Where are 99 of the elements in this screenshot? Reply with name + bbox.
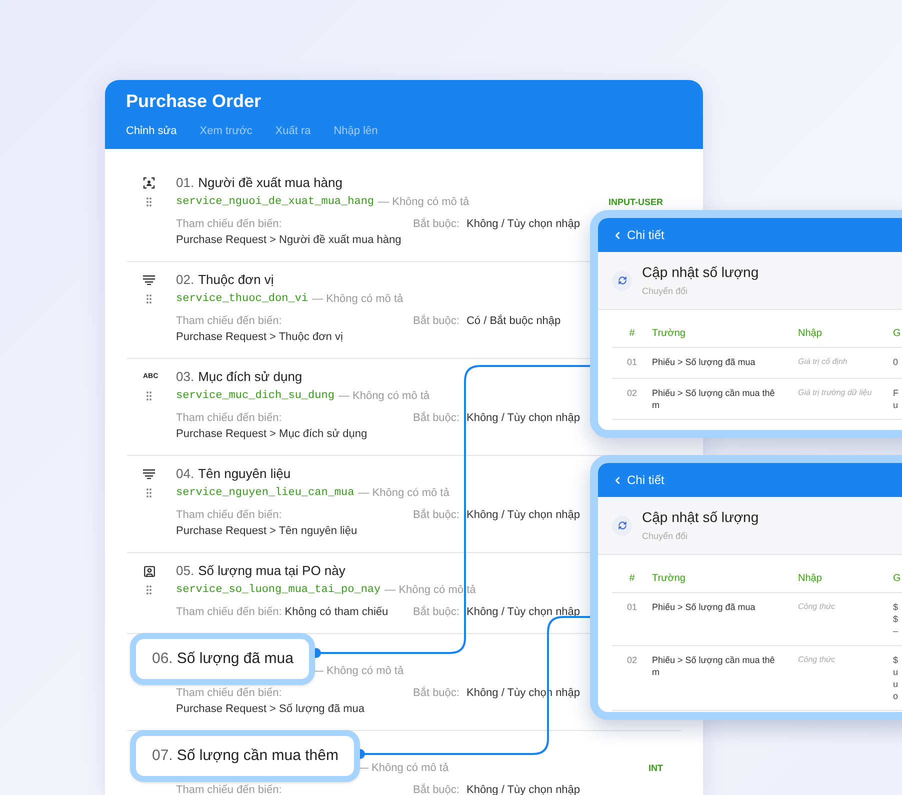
table-cell-text: Phiếu > Số lượng cần mua thêm bbox=[652, 386, 776, 410]
table-cell-text: Giá trị trường dữ liệu bbox=[798, 386, 873, 398]
required-label: Bắt buộc: bbox=[413, 216, 460, 232]
table-cell-text: Phiếu > Số lượng đã mua bbox=[652, 601, 756, 613]
field-code: service_so_luong_mua_tai_po_nay bbox=[176, 582, 381, 598]
field-number: 06. bbox=[152, 648, 173, 669]
table-cell-text: 02 bbox=[626, 386, 637, 400]
field-code: service_muc_dich_su_dung bbox=[176, 388, 334, 404]
column-header: Trường bbox=[652, 572, 686, 586]
field-code: service_nguoi_de_xuat_mua_hang bbox=[176, 194, 374, 210]
column-header: # bbox=[629, 572, 635, 586]
reference-value: Purchase Request > Thuộc đơn vị bbox=[176, 330, 343, 345]
required-label: Bắt buộc: bbox=[413, 686, 460, 701]
reference-value: Purchase Request > Tên nguyên liệu bbox=[176, 524, 358, 539]
lines-icon bbox=[143, 469, 155, 479]
field-number: 05. bbox=[176, 562, 194, 580]
required-label: Bắt buộc: bbox=[413, 782, 460, 795]
reference-value: Purchase Request > Số lượng đã mua bbox=[176, 702, 365, 717]
required-label: Bắt buộc: bbox=[413, 314, 460, 329]
required-value: Có / Bắt buộc nhập bbox=[466, 314, 561, 329]
field-number: 03. bbox=[176, 368, 194, 386]
reference-label: Tham chiếu đến biến: bbox=[176, 508, 282, 523]
column-header: # bbox=[629, 327, 635, 341]
lines-icon bbox=[143, 275, 155, 285]
field-description: — Không có mô tả bbox=[338, 388, 430, 404]
table-cell-text: $ bbox=[893, 601, 900, 613]
table-cell-text: u bbox=[893, 398, 900, 410]
reference-label: Tham chiếu đến biến: bbox=[176, 686, 282, 701]
field-title: Số lượng mua tại PO này bbox=[198, 562, 346, 580]
required-label: Bắt buộc: bbox=[413, 508, 460, 523]
table-cell-text: Phiếu > Số lượng cần mua thêm bbox=[652, 654, 776, 678]
back-button[interactable]: Chi tiết bbox=[612, 471, 664, 489]
card-title: Purchase Order bbox=[126, 90, 262, 113]
field-number: 02. bbox=[176, 271, 194, 290]
required-label: Bắt buộc: bbox=[413, 410, 460, 426]
sync-icon bbox=[612, 516, 632, 536]
required-value: Không / Tùy chọn nhập bbox=[466, 410, 580, 426]
panel-title: Cập nhật số lượng bbox=[642, 508, 759, 528]
tab[interactable]: Xem trước bbox=[200, 123, 252, 140]
column-header: Trường bbox=[652, 327, 686, 341]
type-tag: INT bbox=[648, 762, 663, 776]
tab[interactable]: Chỉnh sửa bbox=[126, 123, 177, 140]
back-button[interactable]: Chi tiết bbox=[612, 226, 664, 244]
user-scan-icon bbox=[143, 177, 155, 189]
required-value: Không / Tùy chọn nhập bbox=[466, 508, 580, 523]
table-cell-text: 02 bbox=[626, 654, 637, 667]
reference-value: Purchase Request > Người đề xuất mua hàng bbox=[176, 233, 402, 248]
table-cell-text: u bbox=[893, 666, 900, 678]
required-value: Không / Tùy chọn nhập bbox=[466, 216, 580, 232]
table-cell-text: 01 bbox=[626, 356, 637, 369]
field-number: 07. bbox=[152, 746, 173, 766]
field-description: — Không có mô tả bbox=[358, 486, 450, 501]
field-code: service_thuoc_don_vi bbox=[176, 292, 308, 307]
required-value: Không / Tùy chọn nhập bbox=[466, 604, 580, 620]
column-header: G bbox=[893, 572, 902, 586]
table-cell-text: u bbox=[893, 678, 900, 690]
reference-label: Tham chiếu đến biến: bbox=[176, 217, 282, 232]
tab[interactable]: Nhập lên bbox=[334, 123, 378, 140]
tab[interactable]: Xuất ra bbox=[275, 123, 311, 140]
sync-icon bbox=[612, 270, 632, 290]
field-title: Tên nguyên liệu bbox=[198, 465, 291, 484]
column-header: Nhập bbox=[798, 327, 823, 341]
column-header: G bbox=[893, 327, 902, 341]
type-tag: INPUT-USER bbox=[608, 196, 663, 210]
panel-title: Cập nhật số lượng bbox=[642, 263, 759, 282]
field-title: Số lượng cần mua thêm bbox=[176, 746, 338, 766]
table-cell-text: Giá trị cố định bbox=[798, 356, 848, 368]
field-title: Người đề xuất mua hàng bbox=[198, 174, 342, 192]
table-cell-text: Công thức bbox=[798, 654, 836, 666]
table-cell-text: Công thức bbox=[798, 601, 836, 613]
field-number: 01. bbox=[176, 174, 194, 192]
field-title: Mục đích sử dụng bbox=[198, 368, 302, 386]
field-title: Thuộc đơn vị bbox=[198, 271, 274, 290]
field-code: service_nguyen_lieu_can_mua bbox=[176, 486, 354, 501]
required-label: Bắt buộc: bbox=[413, 604, 460, 620]
table-cell-text: F bbox=[893, 386, 900, 398]
table-cell-text: $ bbox=[893, 654, 900, 666]
reference-value: Purchase Request > Mục đích sử dụng bbox=[176, 427, 368, 442]
table-cell-text: 01 bbox=[626, 601, 637, 614]
panel-subtitle: Chuyển đổi bbox=[642, 285, 689, 298]
table-cell-text: 0 bbox=[893, 356, 900, 368]
column-header: Nhập bbox=[798, 572, 823, 586]
panel-subtitle: Chuyển đổi bbox=[642, 530, 689, 544]
field-number: 04. bbox=[176, 465, 194, 484]
table-cell-text: Phiếu > Số lượng đã mua bbox=[652, 356, 756, 368]
reference-label: Tham chiếu đến biến: bbox=[176, 783, 282, 795]
field-description: — Không có mô tả bbox=[384, 582, 476, 598]
table-cell-text: – bbox=[893, 625, 900, 637]
field-title: Số lượng đã mua bbox=[176, 648, 294, 669]
required-value: Không / Tùy chọn nhập bbox=[466, 782, 580, 795]
field-description: — Không có mô tả bbox=[378, 194, 470, 210]
reference-value: Không có tham chiếu bbox=[284, 604, 388, 620]
user-box-icon bbox=[143, 564, 156, 578]
table-cell-text: $ bbox=[893, 613, 900, 625]
field-description: — Không có mô tả bbox=[312, 292, 404, 307]
reference-label: Tham chiếu đến biến: bbox=[176, 604, 282, 620]
reference-label: Tham chiếu đến biến: bbox=[176, 411, 282, 426]
reference-label: Tham chiếu đến biến: bbox=[176, 314, 282, 329]
table-cell-text: o bbox=[893, 690, 900, 702]
